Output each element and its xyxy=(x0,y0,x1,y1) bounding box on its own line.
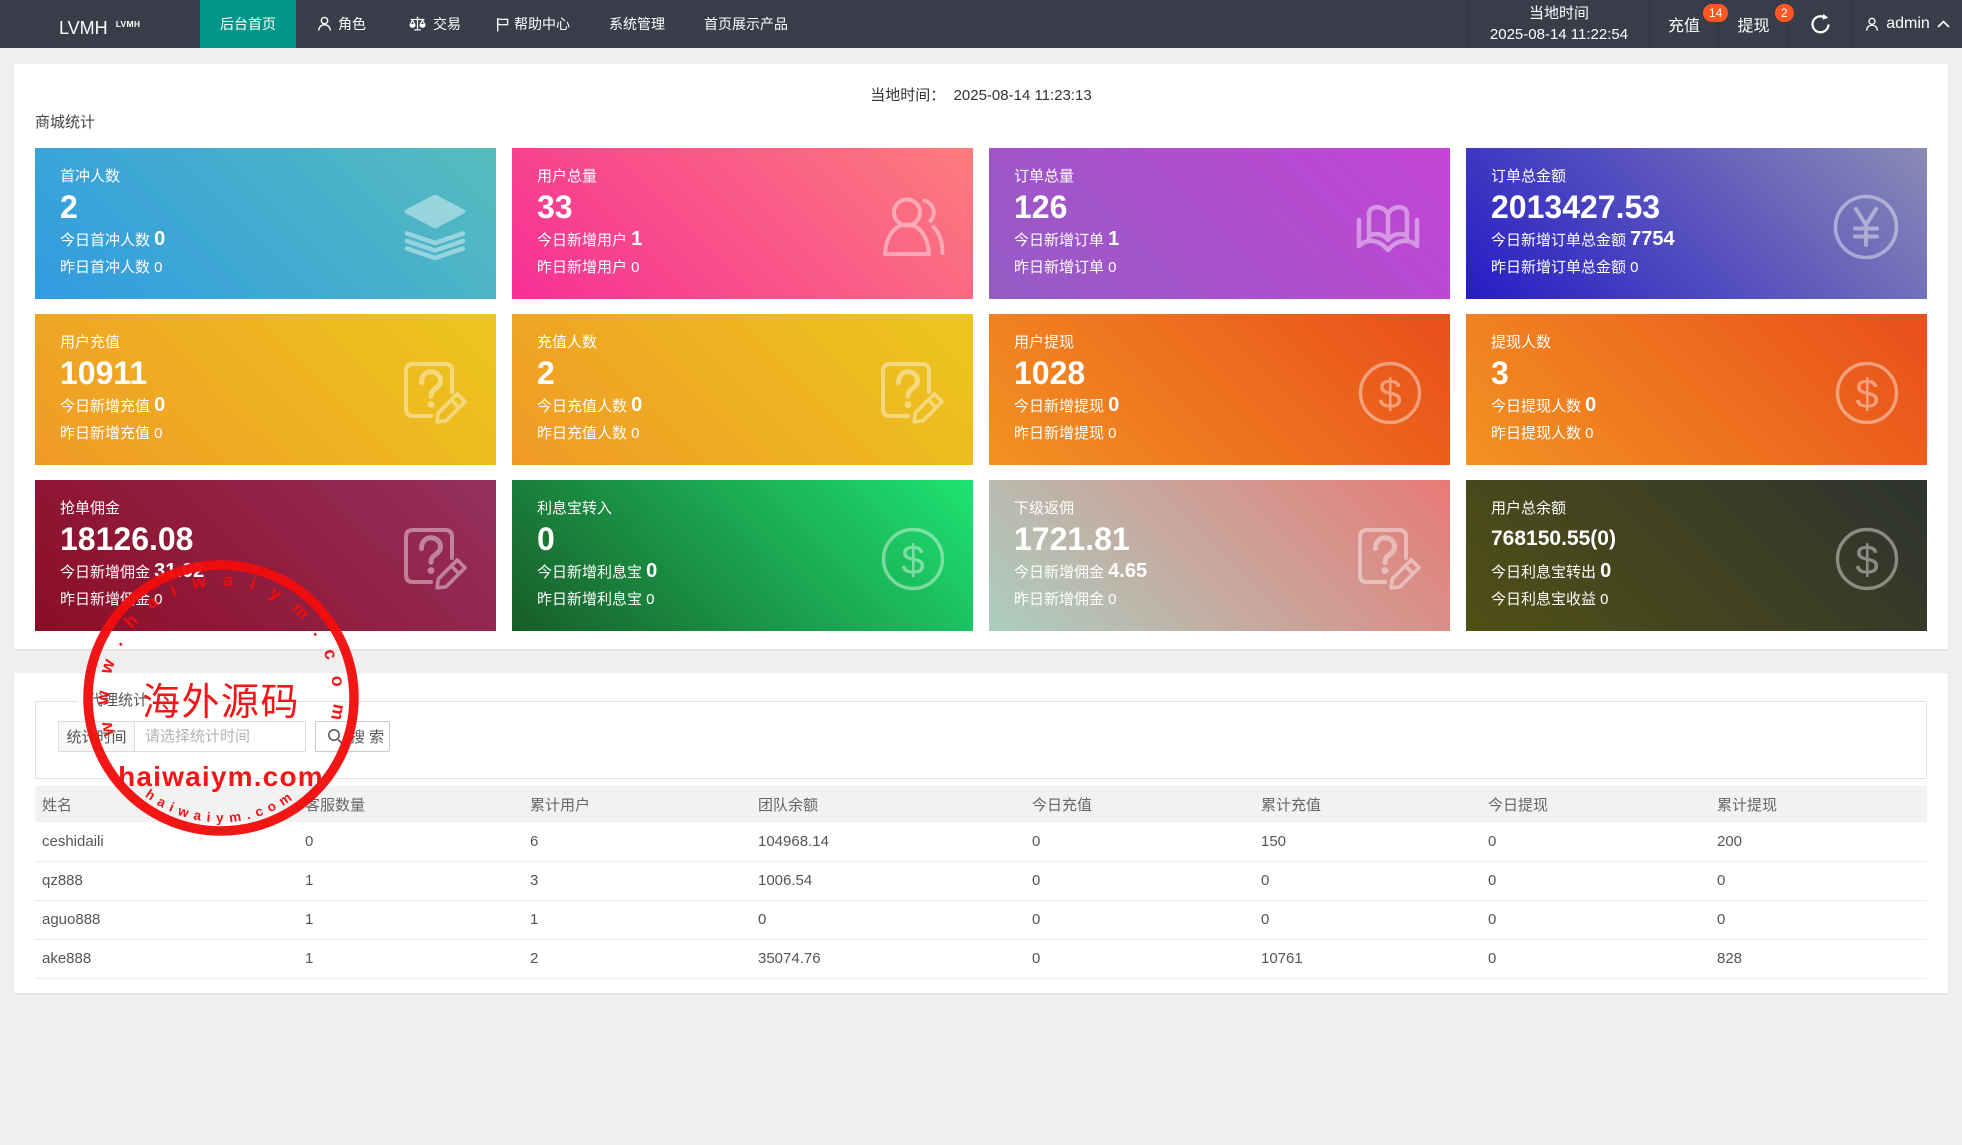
svg-text:haiwaiym.com: haiwaiym.com xyxy=(118,761,324,792)
svg-text:$: $ xyxy=(1378,370,1401,417)
svg-text:$: $ xyxy=(1855,370,1878,417)
svg-text:海外源码: 海外源码 xyxy=(142,682,300,724)
svg-text:$: $ xyxy=(901,536,924,583)
svg-text:$: $ xyxy=(1855,536,1878,583)
